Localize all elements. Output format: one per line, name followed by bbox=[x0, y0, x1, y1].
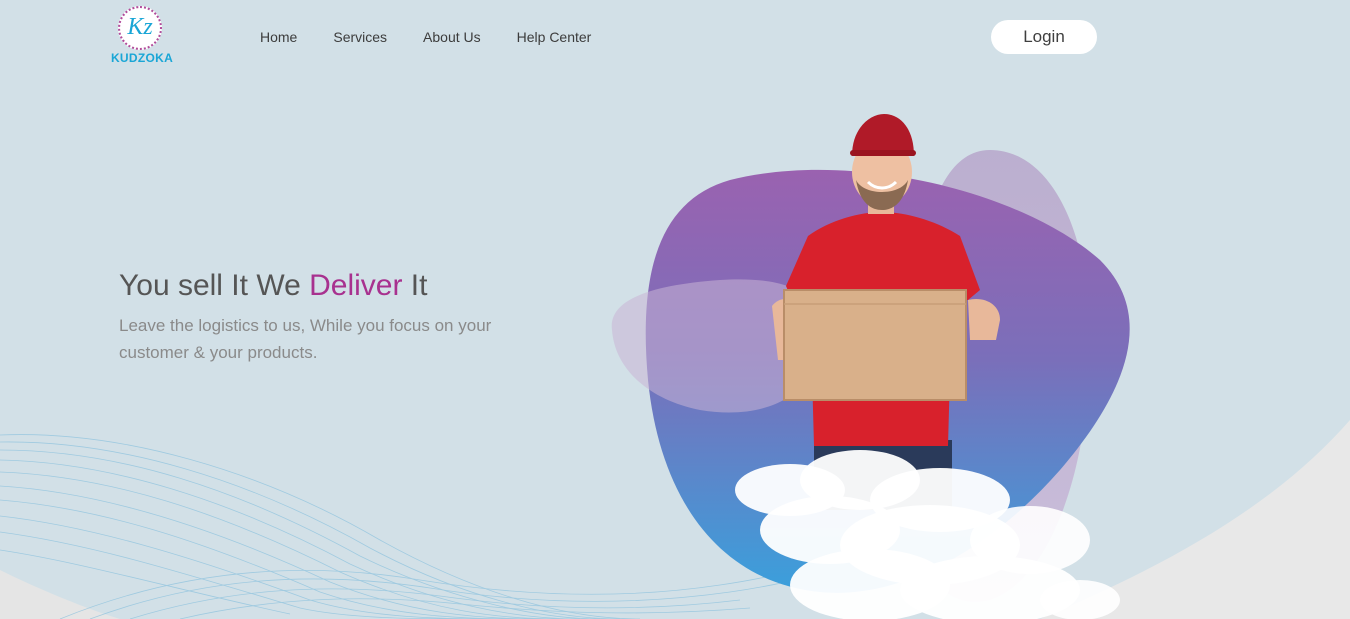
nav-about-us[interactable]: About Us bbox=[423, 29, 481, 45]
logo-text: KUDZOKA bbox=[110, 51, 174, 65]
nav-home[interactable]: Home bbox=[260, 29, 297, 45]
hero-title-part1: You sell It We bbox=[119, 269, 310, 302]
login-button[interactable]: Login bbox=[991, 20, 1097, 54]
gray-curve-left bbox=[0, 570, 120, 619]
nav-services[interactable]: Services bbox=[333, 29, 387, 45]
hero-title-accent: Deliver bbox=[309, 269, 403, 302]
hero-title-part2: It bbox=[402, 269, 428, 302]
hero-illustration bbox=[611, 114, 1130, 619]
main-nav: Home Services About Us Help Center bbox=[260, 29, 627, 45]
logo-mark: Kz bbox=[127, 14, 153, 40]
logo-badge: Kz bbox=[118, 6, 162, 50]
brand-logo[interactable]: Kz KUDZOKA bbox=[108, 6, 176, 66]
hero-subtitle: Leave the logistics to us, While you foc… bbox=[119, 316, 492, 362]
hero-title: You sell It We Deliver It bbox=[119, 267, 427, 305]
nav-help-center[interactable]: Help Center bbox=[517, 29, 592, 45]
